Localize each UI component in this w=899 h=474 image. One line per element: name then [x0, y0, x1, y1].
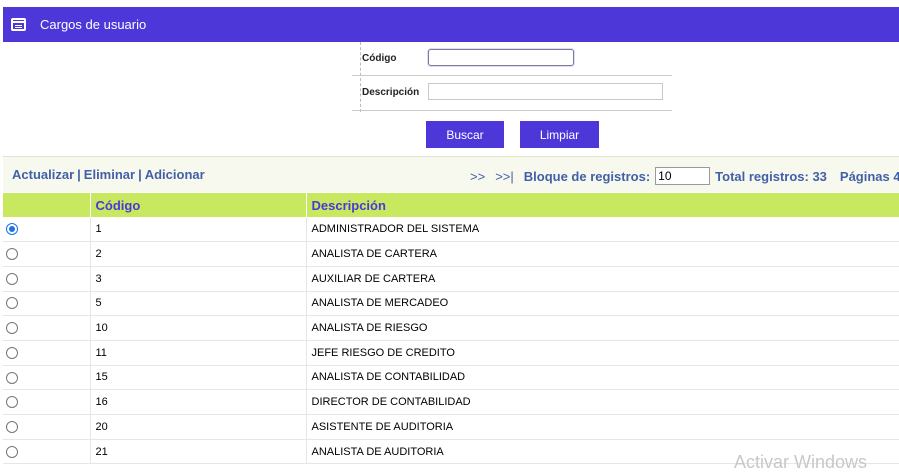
windows-activation-watermark: Activar Windows	[734, 452, 868, 472]
last-page-link[interactable]: >>|	[495, 169, 514, 184]
buscar-button[interactable]: Buscar	[426, 121, 504, 148]
codigo-cell: 5	[90, 291, 307, 317]
descripcion-cell: ANALISTA DE MERCADEO	[306, 291, 899, 317]
bloque-input[interactable]	[655, 167, 711, 185]
adicionar-link[interactable]: Adicionar	[145, 167, 205, 182]
codigo-cell: 11	[90, 340, 307, 366]
grid-toolbar: Actualizar | Eliminar | Adicionar >> >>| Blo…	[3, 156, 899, 192]
row-radio[interactable]	[6, 272, 18, 285]
codigo-cell: 2	[90, 241, 307, 267]
row-radio[interactable]	[6, 297, 18, 310]
codigo-input[interactable]	[428, 49, 574, 66]
table-row[interactable]: 11 JEFE RIESGO DE CREDITO	[3, 340, 899, 366]
row-select-cell	[3, 315, 91, 341]
title-bar: Cargos de usuario	[3, 7, 899, 42]
table-row[interactable]: 10 ANALISTA DE RIESGO	[3, 315, 899, 341]
descripcion-cell: ADMINISTRADOR DEL SISTEMA	[306, 217, 899, 243]
table-row[interactable]: 2 ANALISTA DE CARTERA	[3, 241, 899, 267]
codigo-cell: 10	[90, 315, 307, 341]
row-select-cell	[3, 291, 91, 317]
descripcion-cell: DIRECTOR DE CONTABILIDAD	[306, 389, 899, 415]
codigo-cell: 16	[90, 389, 307, 415]
descripcion-cell: ASISTENTE DE AUDITORIA	[306, 414, 899, 440]
next-page-link[interactable]: >>	[470, 169, 485, 184]
row-radio[interactable]	[6, 346, 18, 359]
row-radio[interactable]	[6, 223, 18, 236]
page: Cargos de usuario Código Descripción Bus…	[0, 0, 899, 474]
paginas-count: Páginas 4	[839, 168, 899, 184]
descripcion-column-header[interactable]: Descripción	[306, 193, 899, 217]
form-divider	[352, 75, 672, 76]
eliminar-link[interactable]: Eliminar	[84, 167, 135, 182]
total-registros: Total registros: 33	[715, 168, 827, 184]
table-row[interactable]: 3 AUXILIAR DE CARTERA	[3, 266, 899, 292]
cargos-table: Código Descripción 1 ADMINISTRADOR DEL SI…	[3, 193, 899, 465]
codigo-cell: 20	[90, 414, 307, 440]
codigo-cell: 1	[90, 217, 307, 243]
form-divider	[352, 110, 672, 111]
descripcion-cell: ANALISTA DE CARTERA	[306, 241, 899, 267]
codigo-cell: 15	[90, 365, 307, 391]
descripcion-label: Descripción	[362, 87, 420, 98]
row-radio[interactable]	[6, 371, 18, 384]
row-select-cell	[3, 365, 91, 391]
row-select-cell	[3, 217, 91, 243]
separator: |	[138, 167, 142, 182]
table-header-row: Código Descripción	[3, 193, 899, 217]
codigo-label: Código	[362, 53, 397, 64]
descripcion-cell: AUXILIAR DE CARTERA	[306, 266, 899, 292]
table-row[interactable]: 5 ANALISTA DE MERCADEO	[3, 291, 899, 317]
table-row[interactable]: 20 ASISTENTE DE AUDITORIA	[3, 414, 899, 440]
row-radio[interactable]	[6, 396, 18, 409]
limpiar-button[interactable]: Limpiar	[520, 121, 599, 148]
row-select-cell	[3, 266, 91, 292]
row-radio[interactable]	[6, 322, 18, 335]
row-select-cell	[3, 340, 91, 366]
table-row[interactable]: 1 ADMINISTRADOR DEL SISTEMA	[3, 217, 899, 243]
select-column-header	[3, 193, 91, 217]
record-actions: Actualizar | Eliminar | Adicionar	[12, 167, 205, 182]
actualizar-link[interactable]: Actualizar	[12, 167, 74, 182]
separator: |	[77, 167, 81, 182]
codigo-column-header[interactable]: Código	[90, 193, 307, 217]
bloque-label: Bloque de registros:	[523, 168, 651, 184]
table-row[interactable]: 16 DIRECTOR DE CONTABILIDAD	[3, 389, 899, 415]
descripcion-input[interactable]	[428, 83, 663, 100]
descripcion-cell: ANALISTA DE CONTABILIDAD	[306, 365, 899, 391]
row-radio[interactable]	[6, 420, 18, 433]
form-divider-vertical	[360, 42, 361, 112]
row-select-cell	[3, 389, 91, 415]
page-title: Cargos de usuario	[40, 17, 147, 32]
descripcion-cell: JEFE RIESGO DE CREDITO	[306, 340, 899, 366]
row-select-cell	[3, 439, 91, 465]
pagination: >> >>| Bloque de registros: Total regist…	[470, 167, 899, 185]
codigo-cell: 3	[90, 266, 307, 292]
descripcion-cell: ANALISTA DE RIESGO	[306, 315, 899, 341]
row-radio[interactable]	[6, 248, 18, 261]
codigo-cell: 21	[90, 439, 307, 465]
row-select-cell	[3, 241, 91, 267]
window-icon	[11, 18, 26, 31]
filter-form: Código Descripción	[352, 42, 672, 112]
table-row[interactable]: 15 ANALISTA DE CONTABILIDAD	[3, 365, 899, 391]
row-radio[interactable]	[6, 445, 18, 458]
row-select-cell	[3, 414, 91, 440]
